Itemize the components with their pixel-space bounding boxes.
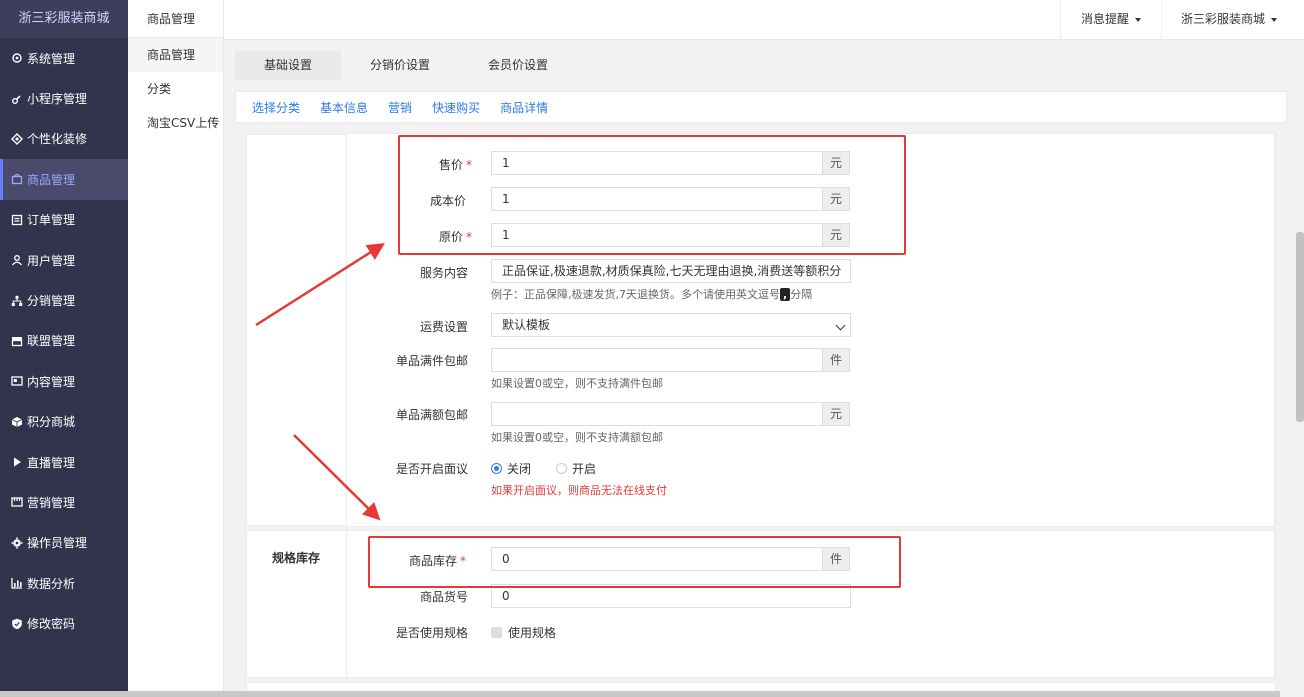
menu-item-9[interactable]: 积分商城 <box>0 402 128 442</box>
menu-item-label: 小程序管理 <box>27 92 88 107</box>
cube-icon <box>10 415 23 428</box>
shop-label: 浙三彩服装商城 <box>1180 12 1265 26</box>
arrow-to-price <box>255 243 385 327</box>
menu-item-6[interactable]: 分销管理 <box>0 280 128 320</box>
menu-item-11[interactable]: 营销管理 <box>0 482 128 522</box>
tree-icon <box>10 294 23 307</box>
menu-item-label: 订单管理 <box>27 213 76 228</box>
arrow-to-stock <box>293 434 381 521</box>
horizontal-scrollbar[interactable] <box>0 691 1280 697</box>
menu-item-0[interactable]: 系统管理 <box>0 38 128 78</box>
menu-item-label: 用户管理 <box>27 253 76 268</box>
order-icon <box>10 213 23 226</box>
menu-item-label: 直播管理 <box>27 455 76 470</box>
menu-item-label: 商品管理 <box>27 172 76 187</box>
menu-item-label: 积分商城 <box>27 415 76 430</box>
content-icon <box>10 375 23 388</box>
menu-item-13[interactable]: 数据分析 <box>0 563 128 603</box>
store-icon <box>10 334 23 347</box>
brand-logo[interactable]: 浙三彩服装商城 <box>0 0 128 38</box>
menu-item-8[interactable]: 内容管理 <box>0 361 128 401</box>
sub-sidebar: 商品管理 商品管理 分类 淘宝CSV上传 <box>128 0 224 697</box>
chevron-down-icon <box>1271 17 1277 22</box>
menu-item-label: 个性化装修 <box>27 132 88 147</box>
menu-item-10[interactable]: 直播管理 <box>0 442 128 482</box>
top-bar: 消息提醒 浙三彩服装商城 <box>224 0 1304 40</box>
bag-icon <box>10 173 23 186</box>
sub-sidebar-title: 商品管理 <box>128 0 223 38</box>
menu-item-label: 内容管理 <box>27 374 76 389</box>
menu-item-14[interactable]: 修改密码 <box>0 603 128 643</box>
menu-item-label: 修改密码 <box>27 617 76 632</box>
main-content: 基础设置 分销价设置 会员价设置 选择分类 基本信息 营销 快速购买 商品详情 … <box>224 40 1296 697</box>
sub-item-goods[interactable]: 商品管理 <box>128 38 223 72</box>
menu-item-7[interactable]: 联盟管理 <box>0 321 128 361</box>
marketing-icon <box>10 496 23 509</box>
shop-dropdown[interactable]: 浙三彩服装商城 <box>1161 0 1296 40</box>
menu-item-12[interactable]: 操作员管理 <box>0 523 128 563</box>
sub-item-category[interactable]: 分类 <box>128 72 223 106</box>
diamond-icon <box>10 132 23 145</box>
sub-item-taobao-csv[interactable]: 淘宝CSV上传 <box>128 106 223 140</box>
gear-icon <box>10 52 23 65</box>
menu-item-2[interactable]: 个性化装修 <box>0 119 128 159</box>
menu-item-label: 系统管理 <box>27 51 76 66</box>
menu-item-label: 操作员管理 <box>27 536 88 551</box>
cog-icon <box>10 536 23 549</box>
annotation-arrows <box>255 243 385 521</box>
chart-icon <box>10 577 23 590</box>
play-icon <box>10 456 23 469</box>
menu-item-3[interactable]: 商品管理 <box>0 159 128 200</box>
menu-item-5[interactable]: 用户管理 <box>0 240 128 280</box>
menu-item-label: 营销管理 <box>27 495 76 510</box>
menu-item-label: 联盟管理 <box>27 334 76 349</box>
notice-dropdown[interactable]: 消息提醒 <box>1060 0 1161 40</box>
menu-item-4[interactable]: 订单管理 <box>0 200 128 240</box>
vertical-scrollbar-thumb[interactable] <box>1296 232 1304 422</box>
chevron-down-icon <box>1135 17 1141 22</box>
main-sidebar: 浙三彩服装商城 系统管理小程序管理个性化装修商品管理订单管理用户管理分销管理联盟… <box>0 0 128 697</box>
notice-label: 消息提醒 <box>1080 12 1129 26</box>
menu-item-1[interactable]: 小程序管理 <box>0 78 128 118</box>
shield-icon <box>10 617 23 630</box>
menu-item-label: 数据分析 <box>27 576 76 591</box>
link-icon <box>10 92 23 105</box>
menu-item-label: 分销管理 <box>27 294 76 309</box>
main-menu: 系统管理小程序管理个性化装修商品管理订单管理用户管理分销管理联盟管理内容管理积分… <box>0 38 128 644</box>
user-icon <box>10 254 23 267</box>
